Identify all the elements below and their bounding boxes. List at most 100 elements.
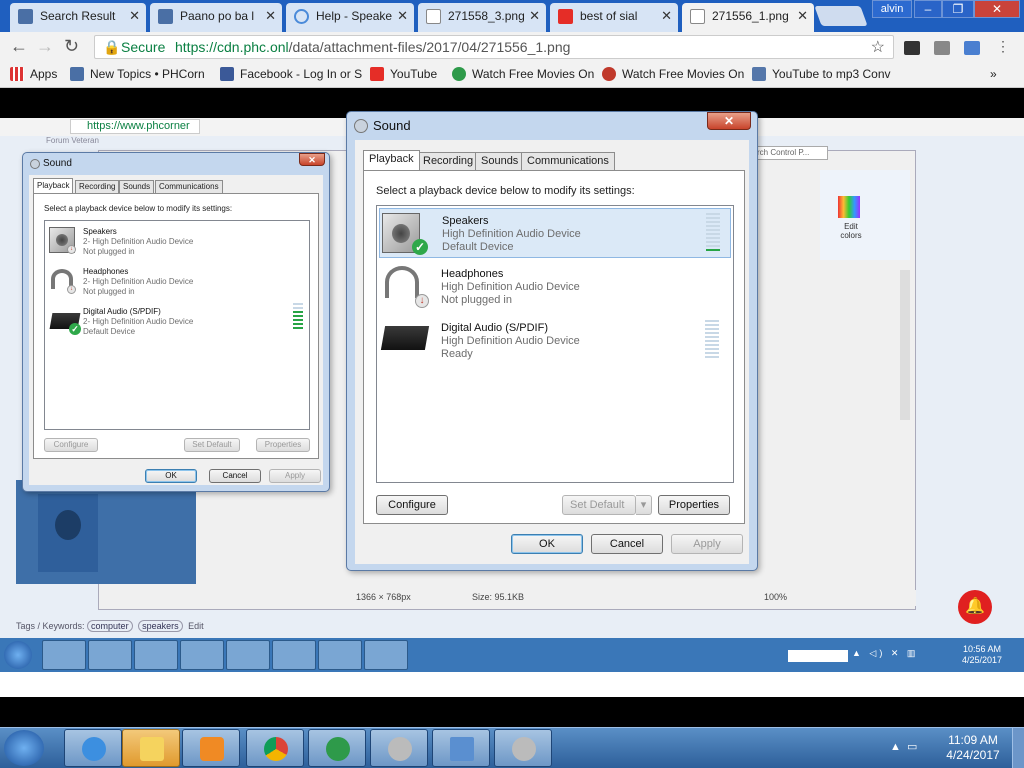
close-icon[interactable]: ✕ [529, 3, 540, 29]
youtube-icon [370, 67, 384, 81]
url-host: https://cdn.phc.onl [175, 39, 289, 55]
speaker-icon [30, 159, 40, 169]
digital-audio-icon [380, 326, 430, 350]
notification-bell-icon[interactable]: 🔔 [958, 590, 992, 624]
taskbar-sound-2[interactable] [494, 729, 552, 767]
system-tray[interactable]: ▲ ▭ [890, 740, 917, 753]
sound-icon [512, 737, 536, 761]
back-icon[interactable]: ← [10, 36, 28, 57]
taskbar-internet-explorer[interactable] [64, 729, 122, 767]
url-text[interactable]: https://cdn.phc.onl/data/attachment-file… [175, 39, 570, 55]
minimize-button[interactable]: – [914, 0, 942, 18]
taskbar-chrome[interactable] [246, 729, 304, 767]
play-icon [452, 67, 466, 81]
properties-button[interactable]: Properties [658, 495, 730, 515]
extension-icon[interactable] [934, 41, 950, 55]
bookmark-watch-movies-2[interactable]: Watch Free Movies On [602, 67, 744, 81]
apply-button[interactable]: Apply [671, 534, 743, 554]
bookmark-label: Watch Free Movies On [472, 67, 595, 81]
device-list: ✓ Speakers High Definition Audio Device … [376, 205, 734, 483]
inner-paint-icon [272, 640, 316, 670]
taskbar-media-player[interactable] [182, 729, 240, 767]
address-bar[interactable]: 🔒 Secure https://cdn.phc.onl/data/attach… [94, 35, 894, 59]
tags-edit[interactable]: Edit [188, 621, 204, 631]
small-sound-dialog: Sound ✕ Playback Recording Sounds Commun… [22, 152, 330, 492]
close-icon[interactable]: ✕ [129, 3, 140, 29]
tab-communications[interactable]: Communications [521, 152, 615, 170]
close-button[interactable]: ✕ [707, 112, 751, 130]
bookmark-apps[interactable]: Apps [10, 67, 57, 81]
extension-download-icon[interactable] [904, 41, 920, 55]
tab-271558[interactable]: 271558_3.png ✕ [418, 3, 546, 32]
taskbar-sound-1[interactable] [370, 729, 428, 767]
tag-computer[interactable]: computer [87, 620, 133, 632]
inner-tray-icons: ▲ ◁) ✕ ▥ [852, 648, 919, 658]
bookmark-watch-movies-1[interactable]: Watch Free Movies On [452, 67, 594, 81]
sound-icon [388, 737, 412, 761]
avatar-head [55, 510, 81, 540]
tab-search-results[interactable]: Search Result ✕ [10, 3, 146, 32]
tab-sounds[interactable]: Sounds [475, 152, 525, 170]
close-window-button[interactable]: ✕ [974, 0, 1020, 18]
show-desktop-button[interactable] [1012, 728, 1024, 768]
bookmark-star-icon[interactable]: ☆ [871, 37, 885, 57]
edit-colors-label: Edit colors [840, 222, 862, 240]
device-desc: High Definition Audio Device [442, 228, 581, 240]
bookmark-new-topics[interactable]: New Topics • PHCorn [70, 67, 205, 81]
device-status: Default Device [442, 241, 514, 253]
tab-recording[interactable]: Recording [417, 152, 480, 170]
tab-best-of-sial[interactable]: best of sial ✕ [550, 3, 678, 32]
taskbar-control-panel[interactable] [432, 729, 490, 767]
taskbar-download-manager[interactable] [308, 729, 366, 767]
close-icon[interactable]: ✕ [397, 3, 408, 29]
close-icon[interactable]: ✕ [265, 3, 276, 29]
tab-paano[interactable]: Paano po ba l ✕ [150, 3, 282, 32]
bookmark-youtube[interactable]: YouTube [370, 67, 437, 81]
inner-explorer-icon [88, 640, 132, 670]
translate-icon[interactable] [964, 41, 980, 55]
ok-button[interactable]: OK [511, 534, 583, 554]
edit-colors-icon [838, 196, 860, 218]
image-letterbox-bottom [0, 697, 1024, 727]
set-default-button[interactable]: Set Default [562, 495, 636, 515]
tab-playback[interactable]: Playback [363, 150, 420, 170]
forward-icon[interactable]: → [36, 36, 54, 57]
maximize-button[interactable]: ❐ [942, 0, 974, 18]
download-manager-icon [326, 737, 350, 761]
new-tab-button[interactable] [814, 6, 868, 26]
clock[interactable]: 11:09 AM 4/24/2017 [938, 733, 1008, 763]
tab-271556[interactable]: 271556_1.png ✕ [682, 3, 814, 32]
small-device-desc: 2- High Definition Audio Device [83, 317, 194, 326]
bookmark-youtube-mp3[interactable]: YouTube to mp3 Conv [752, 67, 891, 81]
control-panel-icon [450, 737, 474, 761]
bookmark-facebook[interactable]: Facebook - Log In or S [220, 67, 362, 81]
headphones-icon [385, 266, 419, 298]
set-default-dropdown-icon[interactable]: ▾ [636, 495, 652, 515]
device-digital-audio[interactable]: Digital Audio (S/PDIF) High Definition A… [379, 316, 731, 366]
small-dialog-title: Sound [43, 158, 72, 169]
close-icon[interactable]: ✕ [797, 3, 808, 29]
tag-speakers[interactable]: speakers [138, 620, 183, 632]
reload-icon[interactable]: ↻ [64, 36, 79, 57]
user-profile-button[interactable]: alvin [872, 0, 912, 18]
small-device-status: Default Device [83, 327, 136, 336]
close-icon[interactable]: ✕ [661, 3, 672, 29]
more-bookmarks-button[interactable]: » [990, 67, 997, 81]
small-instruction: Select a playback device below to modify… [44, 204, 233, 213]
default-check-icon: ✓ [69, 323, 81, 335]
level-meter [705, 320, 719, 360]
menu-icon[interactable]: ⋮ [996, 38, 1010, 55]
tab-help-speakers[interactable]: Help - Speake ✕ [286, 3, 414, 32]
device-headphones[interactable]: ↓ Headphones High Definition Audio Devic… [379, 262, 731, 312]
small-device-status: Not plugged in [83, 287, 135, 296]
small-device-name: Digital Audio (S/PDIF) [83, 307, 161, 316]
cancel-button[interactable]: Cancel [591, 534, 663, 554]
device-speakers[interactable]: ✓ Speakers High Definition Audio Device … [379, 208, 731, 258]
unplugged-icon: ↓ [67, 285, 76, 294]
configure-button[interactable]: Configure [376, 495, 448, 515]
inner-ribbon [820, 170, 910, 260]
bookmark-label: New Topics • PHCorn [90, 67, 205, 81]
facebook-icon [220, 67, 234, 81]
start-button[interactable] [4, 730, 44, 766]
taskbar-file-explorer[interactable] [122, 729, 180, 767]
